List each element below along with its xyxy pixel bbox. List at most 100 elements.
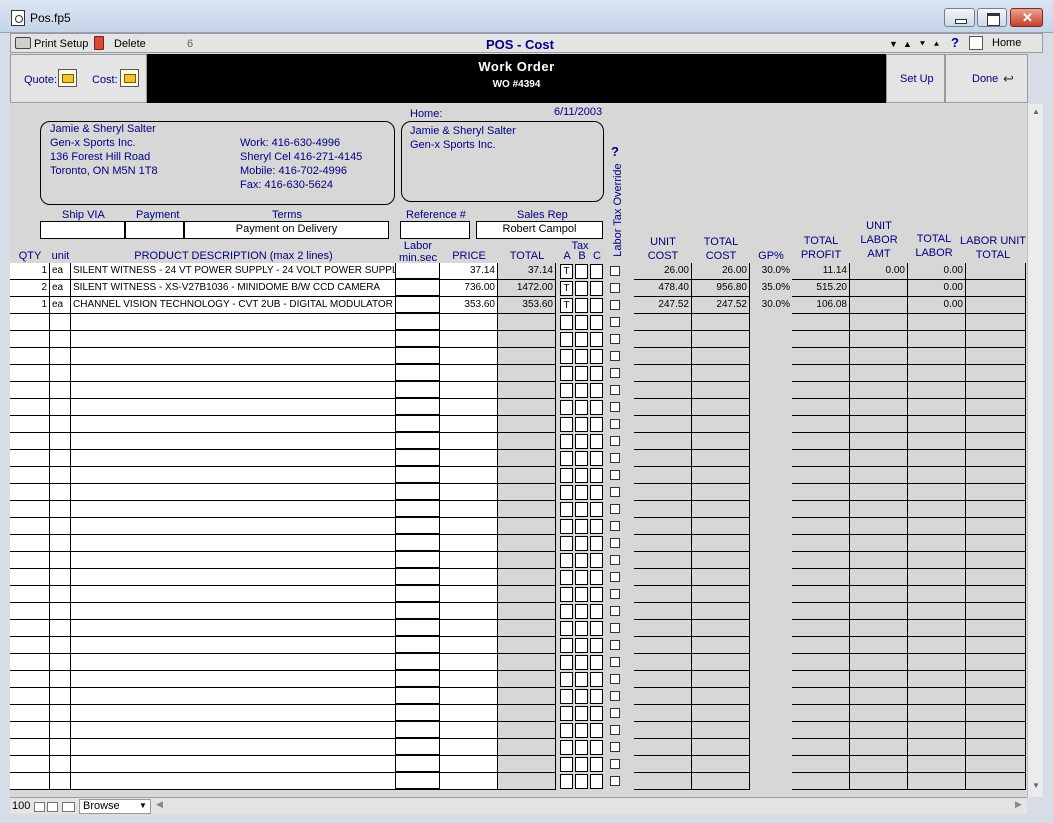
cell-unit[interactable]: ea [50, 263, 71, 280]
cell-price[interactable] [440, 467, 498, 484]
tax-c-checkbox[interactable] [590, 417, 603, 432]
cell-qty[interactable] [10, 518, 50, 535]
cell-price[interactable] [440, 739, 498, 756]
cell-price[interactable] [440, 365, 498, 382]
cell-desc[interactable] [71, 518, 396, 535]
tax-a-checkbox[interactable] [560, 570, 573, 585]
tax-c-checkbox[interactable] [590, 264, 603, 279]
tax-b-checkbox[interactable] [575, 774, 588, 789]
cell-qty[interactable]: 1 [10, 263, 50, 280]
tax-a-checkbox[interactable]: T [560, 264, 573, 279]
tax-a-checkbox[interactable] [560, 672, 573, 687]
cell-desc[interactable] [71, 416, 396, 433]
table-row[interactable] [10, 450, 1026, 467]
tax-c-checkbox[interactable] [590, 434, 603, 449]
cell-price[interactable] [440, 399, 498, 416]
cell-qty[interactable] [10, 535, 50, 552]
cell-labor[interactable] [396, 586, 440, 603]
cell-price[interactable] [440, 484, 498, 501]
labor-tax-override-checkbox[interactable] [610, 759, 620, 769]
tax-a-checkbox[interactable]: T [560, 298, 573, 313]
tax-a-checkbox[interactable] [560, 587, 573, 602]
table-row[interactable] [10, 331, 1026, 348]
home-button[interactable]: Home [992, 37, 1021, 49]
tax-a-checkbox[interactable] [560, 740, 573, 755]
cell-price[interactable] [440, 552, 498, 569]
cell-unit[interactable] [50, 382, 71, 399]
labor-tax-override-checkbox[interactable] [610, 725, 620, 735]
tax-b-checkbox[interactable] [575, 740, 588, 755]
labor-tax-override-checkbox[interactable] [610, 419, 620, 429]
tax-a-checkbox[interactable] [560, 366, 573, 381]
cell-desc[interactable] [71, 637, 396, 654]
cell-qty[interactable] [10, 654, 50, 671]
labor-tax-override-checkbox[interactable] [610, 487, 620, 497]
labor-tax-override-checkbox[interactable] [610, 521, 620, 531]
zoom-in-icon[interactable] [47, 802, 58, 812]
cell-unit[interactable] [50, 314, 71, 331]
help-button[interactable]: ? [951, 35, 959, 50]
tax-b-checkbox[interactable] [575, 485, 588, 500]
done-button[interactable]: Done ↩ [945, 54, 1028, 103]
tax-b-checkbox[interactable] [575, 706, 588, 721]
cell-price[interactable] [440, 331, 498, 348]
cell-labor[interactable] [396, 569, 440, 586]
tax-b-checkbox[interactable] [575, 281, 588, 296]
tax-c-checkbox[interactable] [590, 604, 603, 619]
table-row[interactable] [10, 399, 1026, 416]
cell-labor[interactable] [396, 552, 440, 569]
vertical-scrollbar[interactable]: ▲ ▼ [1027, 104, 1043, 797]
tax-a-checkbox[interactable] [560, 655, 573, 670]
tax-c-checkbox[interactable] [590, 281, 603, 296]
table-row[interactable] [10, 382, 1026, 399]
cell-unit[interactable] [50, 722, 71, 739]
labor-tax-override-checkbox[interactable] [610, 402, 620, 412]
labor-tax-override-checkbox[interactable] [610, 334, 620, 344]
tax-b-checkbox[interactable] [575, 349, 588, 364]
labor-tax-override-checkbox[interactable] [610, 606, 620, 616]
cell-desc[interactable]: SILENT WITNESS - 24 VT POWER SUPPLY - 24… [71, 263, 396, 280]
tax-c-checkbox[interactable] [590, 638, 603, 653]
tax-a-checkbox[interactable]: T [560, 281, 573, 296]
cell-price[interactable] [440, 688, 498, 705]
cell-unit[interactable] [50, 433, 71, 450]
table-row[interactable] [10, 433, 1026, 450]
tax-a-checkbox[interactable] [560, 621, 573, 636]
cell-price[interactable] [440, 756, 498, 773]
cell-desc[interactable] [71, 552, 396, 569]
tax-c-checkbox[interactable] [590, 349, 603, 364]
cell-labor[interactable] [396, 280, 440, 297]
cell-qty[interactable] [10, 688, 50, 705]
table-row[interactable] [10, 654, 1026, 671]
cell-unit[interactable]: ea [50, 297, 71, 314]
zoom-level[interactable]: 100 [12, 800, 30, 812]
cell-labor[interactable] [396, 654, 440, 671]
tax-b-checkbox[interactable] [575, 587, 588, 602]
tax-a-checkbox[interactable] [560, 332, 573, 347]
cell-unit[interactable] [50, 671, 71, 688]
cell-price[interactable] [440, 416, 498, 433]
tax-b-checkbox[interactable] [575, 451, 588, 466]
cell-unit[interactable] [50, 365, 71, 382]
cell-labor[interactable] [396, 620, 440, 637]
cell-labor[interactable] [396, 331, 440, 348]
cell-desc[interactable] [71, 569, 396, 586]
tax-a-checkbox[interactable] [560, 502, 573, 517]
maximize-button[interactable] [977, 8, 1007, 27]
cell-desc[interactable] [71, 314, 396, 331]
cell-qty[interactable] [10, 416, 50, 433]
labor-tax-override-checkbox[interactable] [610, 657, 620, 667]
cell-labor[interactable] [396, 416, 440, 433]
tax-a-checkbox[interactable] [560, 315, 573, 330]
cell-desc[interactable] [71, 603, 396, 620]
cell-desc[interactable] [71, 348, 396, 365]
cell-desc[interactable] [71, 705, 396, 722]
tax-a-checkbox[interactable] [560, 553, 573, 568]
labor-tax-override-checkbox[interactable] [610, 589, 620, 599]
cell-desc[interactable] [71, 756, 396, 773]
tax-c-checkbox[interactable] [590, 468, 603, 483]
tax-c-checkbox[interactable] [590, 570, 603, 585]
table-row[interactable]: 1 ea CHANNEL VISION TECHNOLOGY - CVT 2UB -… [10, 297, 1026, 314]
cell-price[interactable] [440, 348, 498, 365]
labor-tax-override-checkbox[interactable] [610, 266, 620, 276]
